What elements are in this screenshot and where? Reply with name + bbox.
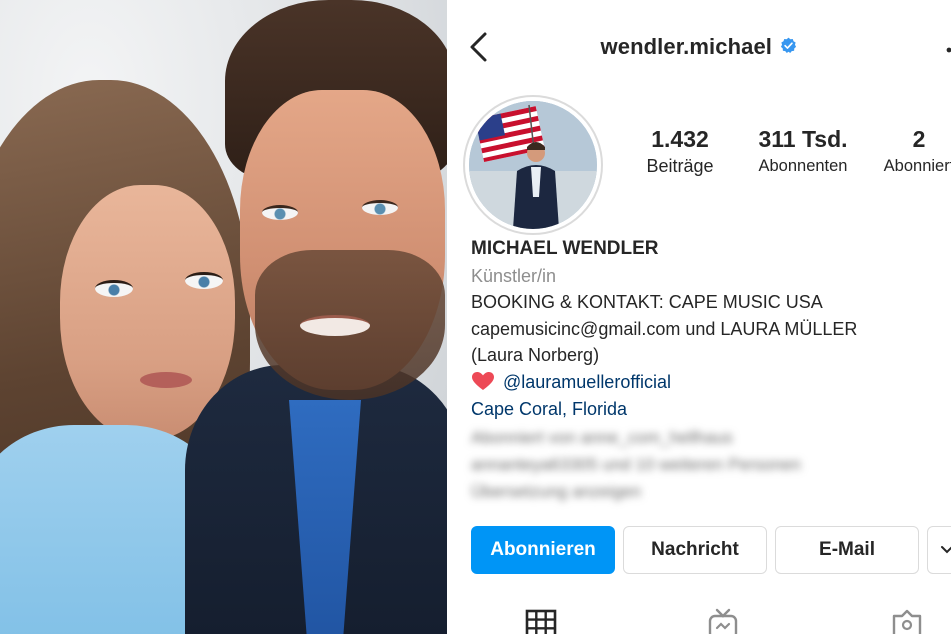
bio-mention-row: @lauramuellerofficial [471,369,941,396]
blurred-line: Abonniert von anne_com_hellhaus [471,428,733,448]
bio-mention-link[interactable]: @lauramuellerofficial [503,372,671,392]
stat-followers[interactable]: 311 Tsd. Abonnenten [743,124,863,178]
email-button[interactable]: E-Mail [775,526,919,574]
bio-location-link[interactable]: Cape Coral, Florida [471,396,941,423]
follow-button[interactable]: Abonnieren [471,526,615,574]
stat-posts-value: 1.432 [651,126,709,152]
stat-posts-label: Beiträge [646,156,714,176]
profile-username: wendler.michael [600,34,772,59]
igtv-icon[interactable] [706,608,740,634]
man-eye-left [262,205,298,220]
tagged-icon[interactable] [890,608,924,634]
chevron-down-icon [941,546,951,554]
profile-bio: MICHAEL WENDLER Künstler/in BOOKING & KO… [471,236,941,505]
stat-following[interactable]: 2 Abonniert [871,124,951,178]
bio-line-2: capemusicinc@gmail.com und LAURA MÜLLER [471,318,858,339]
bio-line-3: (Laura Norberg) [471,345,600,366]
woman-lips [140,372,192,388]
profile-stats: 1.432 Beiträge 311 Tsd. Abonnenten 2 Abo… [447,124,951,184]
profile-tabs [447,602,951,634]
man-mouth [300,315,370,336]
profile-display-name: MICHAEL WENDLER [471,238,659,259]
man-eye-right [362,200,398,215]
stat-followers-value: 311 Tsd. [758,126,848,152]
stat-following-label: Abonniert [883,157,951,175]
suggested-toggle-button[interactable] [927,526,951,574]
woman-eye-left [95,280,133,297]
instagram-profile: wendler.michael 1.432 Beiträge 311 Tsd. … [447,0,951,634]
heart-icon [472,371,494,390]
profile-header: wendler.michael [447,34,951,60]
couple-photo [0,0,447,634]
more-icon[interactable] [944,38,951,62]
bio-line-1: BOOKING & KONTAKT: CAPE MUSIC USA [471,292,823,313]
grid-icon[interactable] [524,608,558,634]
verified-icon [781,37,797,53]
stat-following-value: 2 [912,126,926,152]
stat-followers-label: Abonnenten [758,157,848,175]
profile-actions: Abonnieren Nachricht E-Mail [471,526,951,576]
followed-by-blurred: Abonniert von anne_com_hellhaus annantey… [471,424,941,505]
blurred-line: Übersetzung anzeigen [471,482,642,502]
profile-category: Künstler/in [471,265,557,286]
message-button[interactable]: Nachricht [623,526,767,574]
stat-posts[interactable]: 1.432 Beiträge [635,124,725,178]
woman-eye-right [185,272,223,289]
blurred-line: annanteya63305 und 10 weiteren Personen [471,455,801,475]
